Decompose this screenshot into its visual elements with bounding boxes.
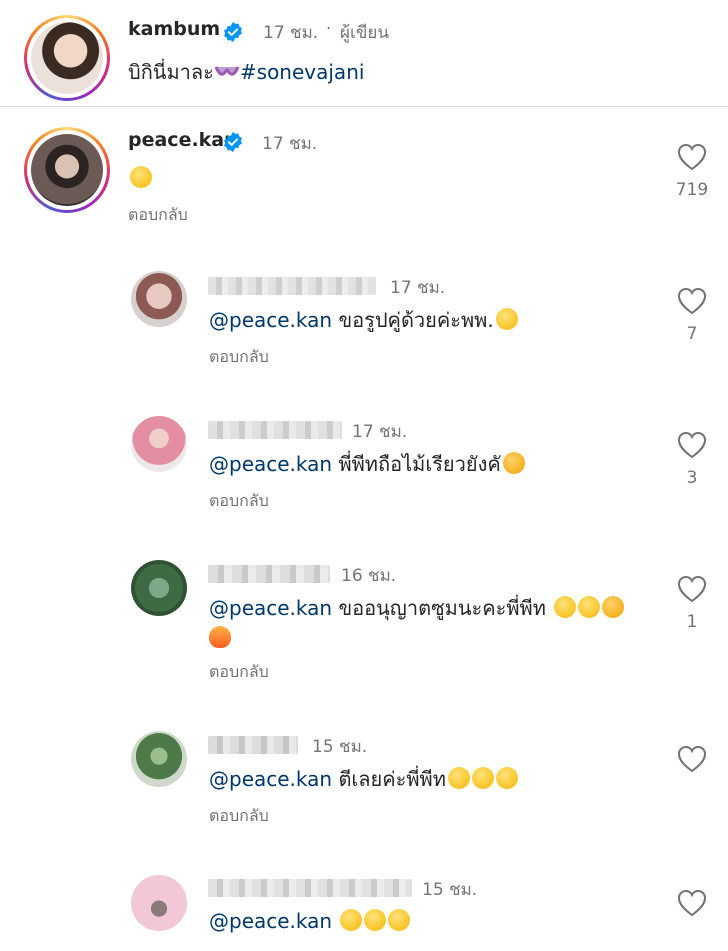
like-heart-icon[interactable] — [677, 889, 707, 917]
comment-avatar-peace-kan[interactable] — [24, 127, 110, 213]
reply-time[interactable]: 16 ชม. — [341, 562, 396, 589]
caption-hashtag[interactable]: #sonevajani — [240, 60, 365, 84]
reply-button[interactable]: ตอบกลับ — [209, 660, 269, 685]
like-heart-icon[interactable] — [677, 287, 707, 315]
sleepy-face-emoji-icon — [130, 166, 152, 188]
reply-time[interactable]: 17 ชม. — [352, 418, 407, 445]
verified-badge-icon — [224, 131, 242, 153]
reply-text: @peace.kan ขอรูปคู่ด้วยค่ะพพ. — [209, 305, 518, 335]
like-heart-icon[interactable] — [677, 143, 707, 171]
surprised-face-emoji-icon — [578, 596, 601, 618]
reply-time[interactable]: 15 ชม. — [312, 733, 367, 760]
like-count[interactable]: 1 — [672, 612, 712, 632]
blurred-username[interactable] — [208, 277, 376, 295]
mention-link[interactable]: @peace.kan — [209, 308, 332, 332]
verified-badge-icon — [224, 21, 242, 43]
rofl-emoji-icon — [471, 767, 494, 789]
surprised-face-emoji-icon — [554, 596, 577, 618]
reply-avatar[interactable] — [131, 271, 187, 327]
rofl-emoji-icon — [495, 767, 518, 789]
caption-text: บิกินี่มาละ — [128, 60, 214, 84]
blurred-username[interactable] — [208, 565, 330, 583]
like-heart-icon[interactable] — [677, 745, 707, 773]
tears-of-joy-emoji-icon — [340, 909, 363, 931]
reply-text: @peace.kan ขออนุญาตซูมนะคะพี่พีท — [209, 593, 659, 653]
blurred-username[interactable] — [208, 736, 298, 754]
mention-link[interactable]: @peace.kan — [209, 452, 332, 476]
post-caption: บิกินี่มาละ #sonevajani — [128, 56, 364, 88]
blurred-username[interactable] — [208, 421, 342, 439]
reply-body: ขออนุญาตซูมนะคะพี่พีท — [338, 596, 546, 620]
like-heart-icon[interactable] — [677, 575, 707, 603]
mention-link[interactable]: @peace.kan — [209, 767, 332, 791]
reply-text: @peace.kan — [209, 906, 411, 936]
reply-time[interactable]: 17 ชม. — [390, 274, 445, 301]
smile-emoji-icon — [495, 308, 518, 330]
reply-time[interactable]: 15 ชม. — [422, 876, 477, 903]
post-author-username[interactable]: kambum — [128, 18, 220, 40]
reply-text: @peace.kan พี่พีทถือไม้เรียวยังคั — [209, 449, 525, 479]
reply-avatar[interactable] — [131, 560, 187, 616]
separator-dot: · — [326, 19, 332, 39]
reply-avatar[interactable] — [131, 731, 187, 787]
mention-link[interactable]: @peace.kan — [209, 909, 332, 933]
heart-eyes-emoji-icon — [602, 596, 625, 618]
mention-link[interactable]: @peace.kan — [209, 596, 332, 620]
like-count[interactable]: 7 — [672, 324, 712, 344]
reply-button[interactable]: ตอบกลับ — [128, 203, 188, 228]
reply-avatar[interactable] — [131, 416, 187, 472]
blurred-username[interactable] — [208, 879, 412, 897]
reply-avatar[interactable] — [131, 875, 187, 931]
reply-body: พี่พีทถือไม้เรียวยังคั — [338, 452, 501, 476]
fire-emoji-icon — [209, 626, 231, 648]
bikini-emoji-icon — [214, 66, 240, 76]
tears-of-joy-emoji-icon — [388, 909, 411, 931]
reply-body: ขอรูปคู่ด้วยค่ะพพ. — [338, 308, 494, 332]
rofl-emoji-icon — [447, 767, 470, 789]
like-count[interactable]: 719 — [672, 180, 712, 200]
post-time[interactable]: 17 ชม. — [263, 19, 318, 46]
smiling-face-hearts-emoji-icon — [502, 452, 525, 474]
post-author-avatar[interactable] — [24, 15, 110, 101]
tears-of-joy-emoji-icon — [364, 909, 387, 931]
reply-body: ตีเลยค่ะพี่พีท — [338, 767, 446, 791]
reply-button[interactable]: ตอบกลับ — [209, 804, 269, 829]
like-count[interactable]: 3 — [672, 468, 712, 488]
like-heart-icon[interactable] — [677, 431, 707, 459]
author-badge: ผู้เขียน — [340, 23, 389, 43]
header-divider — [0, 106, 728, 107]
reply-button[interactable]: ตอบกลับ — [209, 345, 269, 370]
comment-time[interactable]: 17 ชม. — [262, 130, 317, 157]
reply-button[interactable]: ตอบกลับ — [209, 489, 269, 514]
reply-text: @peace.kan ตีเลยค่ะพี่พีท — [209, 764, 518, 794]
